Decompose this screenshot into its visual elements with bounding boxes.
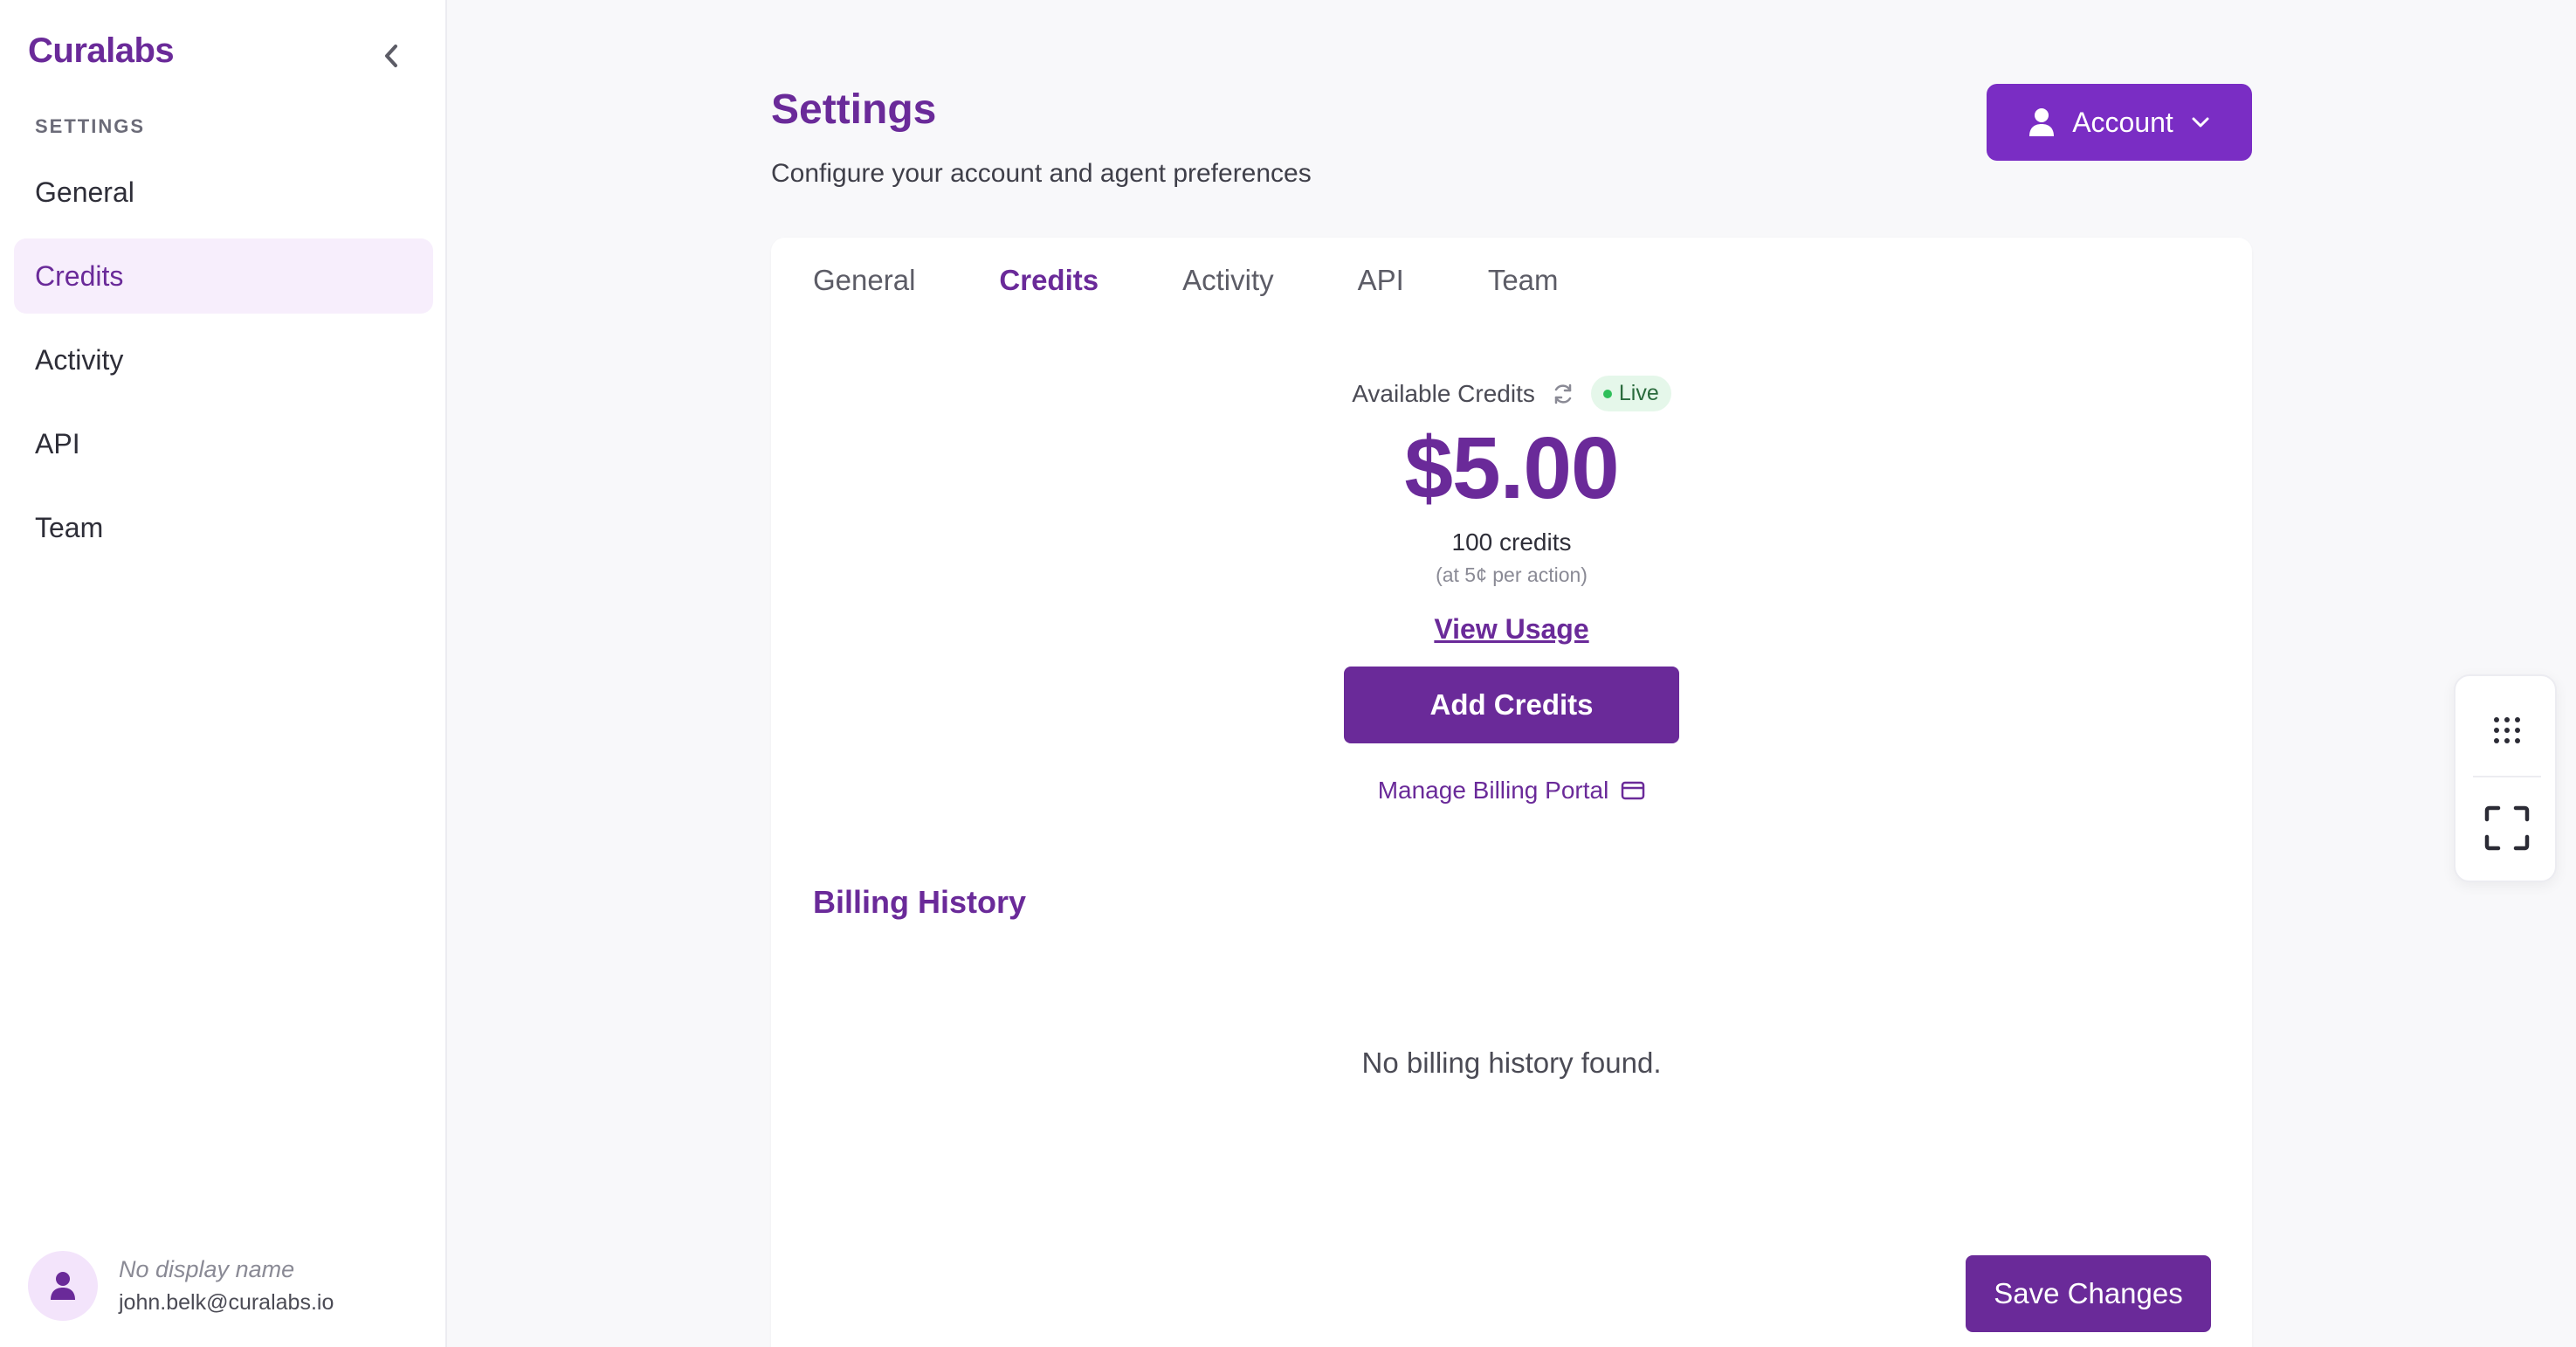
available-credits-label: Available Credits (1352, 379, 1535, 407)
tab-bar: General Credits Activity API Team (813, 264, 1643, 297)
sidebar-item-label: Credits (35, 259, 124, 292)
account-button-label: Account (2072, 106, 2173, 138)
view-usage-link[interactable]: View Usage (1434, 613, 1588, 646)
sidebar-nav: General Credits Activity API Team (14, 155, 433, 574)
fullscreen-icon (2484, 805, 2530, 851)
settings-card: General Credits Activity API Team Availa… (771, 238, 2252, 1347)
tab-api[interactable]: API (1358, 264, 1404, 297)
user-profile[interactable]: No display name john.belk@curalabs.io (28, 1251, 334, 1321)
manage-billing-portal-link[interactable]: Manage Billing Portal (1378, 777, 1646, 805)
sidebar-item-credits[interactable]: Credits (14, 238, 433, 314)
credit-balance-amount: $5.00 (1404, 419, 1619, 517)
refresh-icon[interactable] (1551, 382, 1575, 406)
account-menu-button[interactable]: Account (1987, 84, 2252, 161)
chevron-left-icon (385, 45, 397, 67)
section-label: SETTINGS (35, 115, 146, 137)
live-label: Live (1618, 381, 1659, 405)
sidebar: Curalabs SETTINGS General Credits Activi… (0, 0, 447, 1347)
live-status-badge: Live (1590, 376, 1671, 411)
billing-portal-label: Manage Billing Portal (1377, 777, 1609, 804)
sidebar-item-general[interactable]: General (14, 155, 433, 230)
add-credits-button[interactable]: Add Credits (1344, 667, 1679, 743)
sidebar-item-label: API (35, 427, 80, 459)
available-credits-row: Available Credits Live (771, 376, 2252, 411)
user-icon (2029, 108, 2055, 136)
sidebar-item-label: Team (35, 511, 104, 543)
fullscreen-button[interactable] (2455, 784, 2559, 872)
credits-summary: Available Credits Live $5.00 100 credits… (771, 376, 2252, 805)
sidebar-item-api[interactable]: API (14, 406, 433, 481)
brand-logo[interactable]: Curalabs (28, 31, 175, 71)
grid-dots-icon (2494, 717, 2520, 743)
tab-activity[interactable]: Activity (1182, 264, 1274, 297)
avatar (28, 1251, 98, 1321)
sidebar-item-activity[interactable]: Activity (14, 322, 433, 397)
page-subtitle: Configure your account and agent prefere… (771, 159, 1312, 188)
billing-empty-message: No billing history found. (1361, 1047, 1662, 1079)
credit-card-icon (1622, 781, 1645, 800)
sidebar-item-team[interactable]: Team (14, 490, 433, 565)
user-email: john.belk@curalabs.io (119, 1290, 334, 1315)
live-dot-icon (1602, 389, 1612, 398)
chevron-down-icon (2192, 117, 2209, 128)
user-info: No display name john.belk@curalabs.io (119, 1256, 334, 1316)
widget-divider (2473, 776, 2541, 777)
floating-toolbar (2454, 674, 2557, 882)
page-title: Settings (771, 86, 937, 133)
credit-count: 100 credits (1451, 528, 1572, 556)
tab-team[interactable]: Team (1488, 264, 1559, 297)
rate-note: (at 5¢ per action) (1436, 563, 1588, 586)
user-icon (51, 1272, 75, 1300)
app-root: Curalabs SETTINGS General Credits Activi… (0, 0, 2576, 1347)
tab-general[interactable]: General (813, 264, 915, 297)
collapse-sidebar-button[interactable] (370, 38, 412, 73)
sidebar-item-label: General (35, 176, 134, 208)
user-display-name: No display name (119, 1256, 295, 1282)
tab-credits[interactable]: Credits (999, 264, 1099, 297)
apps-grid-button[interactable] (2455, 687, 2559, 774)
save-changes-button[interactable]: Save Changes (1966, 1255, 2211, 1332)
billing-history-title: Billing History (813, 884, 1027, 920)
sidebar-item-label: Activity (35, 343, 124, 376)
